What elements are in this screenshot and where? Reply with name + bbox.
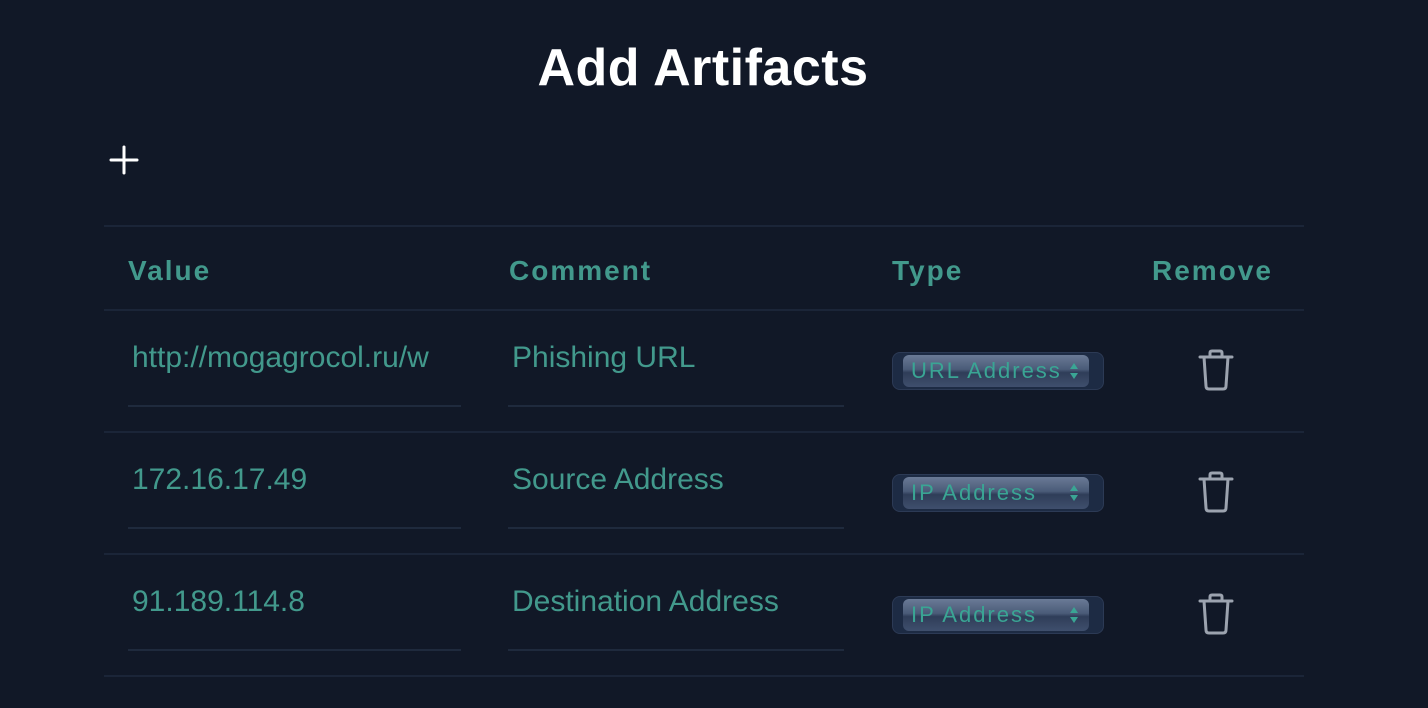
select-arrows-icon — [1070, 607, 1078, 623]
value-input[interactable] — [132, 463, 461, 497]
value-input[interactable] — [132, 341, 461, 375]
select-arrows-icon — [1070, 363, 1078, 379]
plus-icon — [109, 145, 139, 175]
table-row: IP Address — [104, 555, 1304, 677]
artifacts-table: Value Comment Type Remove URL Address — [104, 225, 1304, 677]
comment-input[interactable] — [512, 463, 844, 497]
column-header-value: Value — [128, 255, 212, 286]
page-title: Add Artifacts — [537, 39, 869, 97]
select-arrows-icon — [1070, 485, 1078, 501]
column-header-comment: Comment — [509, 255, 653, 286]
trash-icon[interactable] — [1196, 349, 1236, 391]
add-artifact-button[interactable] — [104, 140, 144, 180]
type-select[interactable]: IP Address — [892, 596, 1104, 634]
table-header: Value Comment Type Remove — [104, 225, 1304, 311]
trash-icon[interactable] — [1196, 471, 1236, 513]
table-row: IP Address — [104, 433, 1304, 555]
value-input[interactable] — [132, 585, 461, 619]
column-header-remove: Remove — [1152, 255, 1273, 286]
comment-input[interactable] — [512, 341, 844, 375]
type-select-value: IP Address — [911, 481, 1037, 505]
type-select-body: IP Address — [903, 477, 1089, 509]
type-select-body: URL Address — [903, 355, 1089, 387]
column-header-type: Type — [892, 255, 964, 286]
table-row: URL Address — [104, 311, 1304, 433]
value-field — [128, 555, 461, 651]
type-select-value: URL Address — [911, 359, 1061, 383]
type-select-value: IP Address — [911, 603, 1037, 627]
type-select-body: IP Address — [903, 599, 1089, 631]
comment-field — [508, 311, 844, 407]
type-select[interactable]: IP Address — [892, 474, 1104, 512]
comment-input[interactable] — [512, 585, 844, 619]
add-artifacts-panel: Add Artifacts Value Comment Type Remove … — [0, 0, 1428, 708]
type-select[interactable]: URL Address — [892, 352, 1104, 390]
comment-field — [508, 555, 844, 651]
value-field — [128, 433, 461, 529]
comment-field — [508, 433, 844, 529]
trash-icon[interactable] — [1196, 593, 1236, 635]
value-field — [128, 311, 461, 407]
